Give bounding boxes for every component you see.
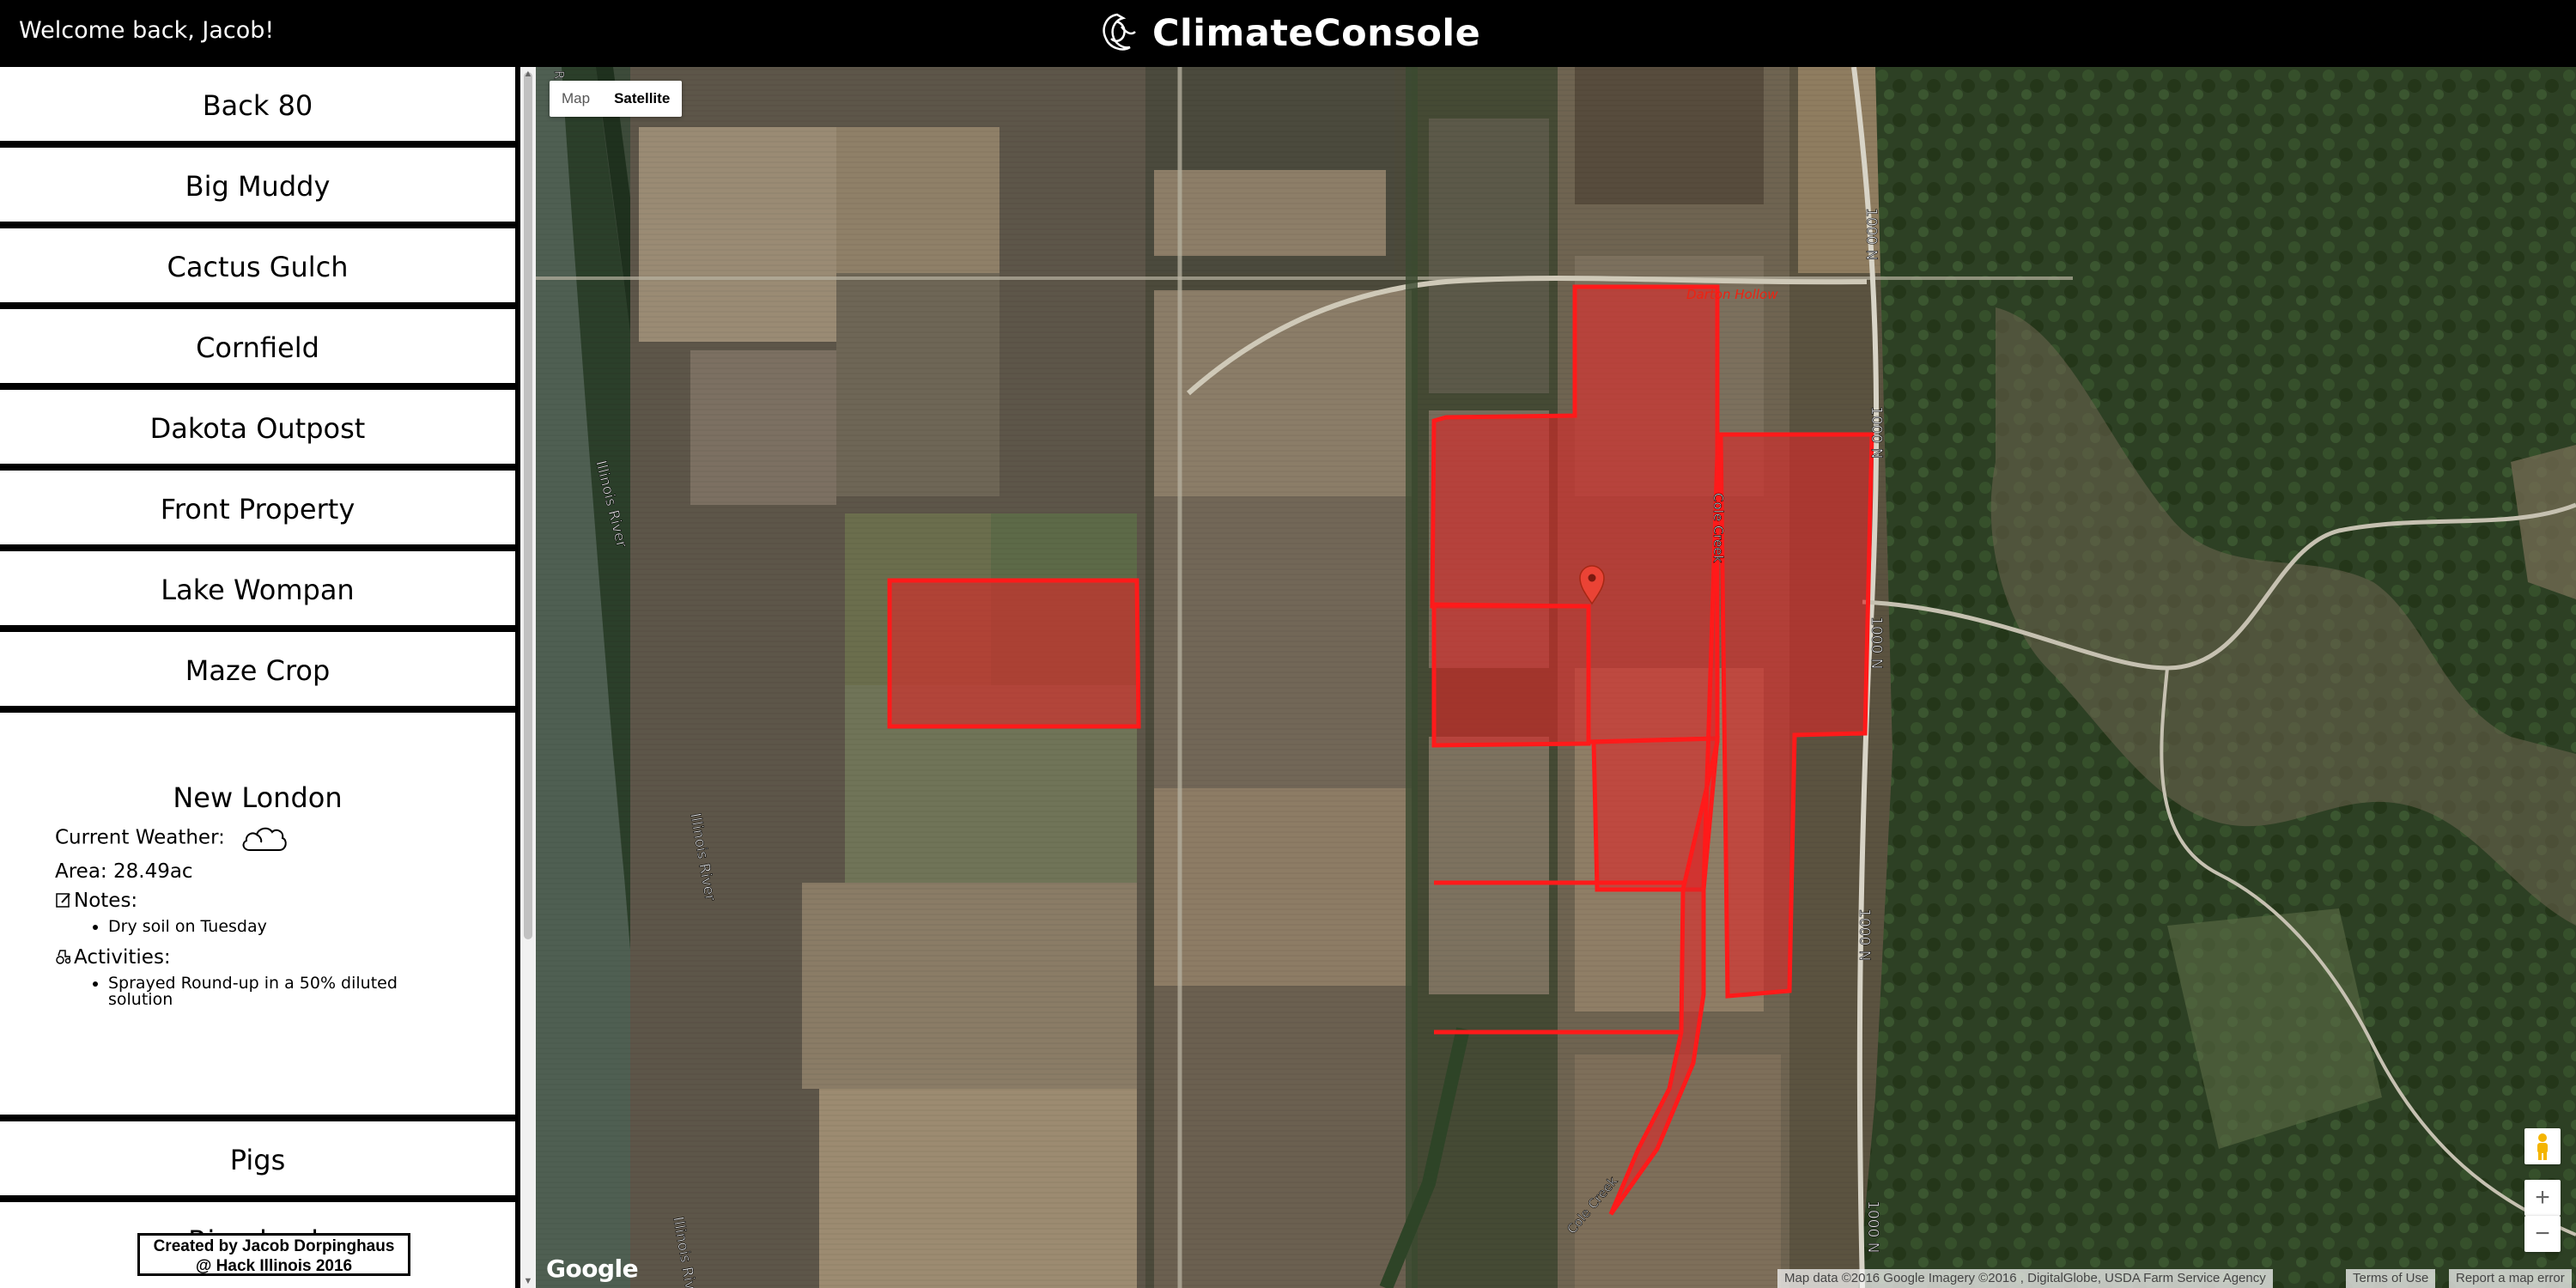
farm-item-label: Front Property: [160, 493, 355, 526]
notes-list: Dry soil on Tuesday: [55, 919, 452, 935]
zoom-out-button[interactable]: −: [2524, 1216, 2561, 1252]
note-item: Dry soil on Tuesday: [108, 919, 452, 935]
credit-line-1: Created by Jacob Dorpinghaus: [153, 1237, 395, 1255]
farm-item-front-property[interactable]: Front Property: [0, 471, 515, 544]
place-label: Darton Hollow: [1686, 287, 1778, 302]
scroll-down-arrow-icon[interactable]: ▼: [522, 1276, 534, 1286]
credit-line-2: @ Hack Illinois 2016: [195, 1257, 353, 1275]
road-label: 1000 N: [1868, 406, 1885, 459]
area-value: Area: 28.49ac: [55, 860, 193, 883]
farm-list-sidebar: Back 80 Big Muddy Cactus Gulch Cornfield…: [0, 67, 519, 1288]
activities-heading: Activities:: [55, 946, 171, 969]
app-header: Welcome back, Jacob! ClimateConsole: [0, 0, 2576, 67]
brand-name: ClimateConsole: [1152, 12, 1481, 55]
farm-item-label: Big Muddy: [185, 170, 331, 203]
google-logo: Google: [546, 1255, 639, 1283]
farm-item-lake-wompan[interactable]: Lake Wompan: [0, 551, 515, 625]
farm-item-label: Maze Crop: [185, 654, 331, 687]
zoom-in-button[interactable]: +: [2524, 1180, 2561, 1216]
farm-item-label: Back 80: [202, 89, 313, 122]
weather-row: Current Weather:: [55, 821, 289, 855]
brand[interactable]: ClimateConsole: [1097, 7, 1480, 60]
tractor-icon: [56, 950, 71, 964]
farm-item-big-muddy[interactable]: Big Muddy: [0, 148, 515, 222]
map-type-control: Map Satellite: [550, 81, 683, 117]
creek-label: Cole Creek: [1710, 493, 1726, 563]
weather-label: Current Weather:: [55, 826, 225, 849]
road-label: 1000 N: [1862, 208, 1880, 260]
farm-item-label: Cornfield: [196, 331, 319, 364]
farm-item-cornfield[interactable]: Cornfield: [0, 309, 515, 383]
cloud-icon: [242, 827, 287, 851]
road-label: 1000 N: [1868, 617, 1885, 669]
farm-item-new-london-expanded[interactable]: New London Current Weather: Area: 28.49a…: [0, 713, 515, 1115]
credit-box: Created by Jacob Dorpinghaus @ Hack Illi…: [137, 1233, 410, 1276]
farm-item-label: Dakota Outpost: [149, 412, 366, 445]
notes-heading: Notes:: [55, 890, 137, 912]
farm-item-back-80[interactable]: Back 80: [0, 67, 515, 141]
report-map-error-link[interactable]: Report a map error: [2449, 1269, 2572, 1288]
sidebar-scrollbar-thumb[interactable]: [524, 72, 532, 939]
terms-of-use-link[interactable]: Terms of Use: [2346, 1269, 2436, 1288]
map-canvas: Illinois River Illinois River Illinois R…: [536, 67, 2576, 1288]
scroll-up-arrow-icon[interactable]: ▲: [522, 69, 534, 79]
farm-detail-title: New London: [173, 781, 343, 814]
farm-item-label: Lake Wompan: [161, 574, 355, 606]
brand-logo-icon: [1103, 13, 1136, 51]
road-label: 1000 N: [1864, 1200, 1881, 1253]
activities-label: Activities:: [74, 946, 171, 969]
farm-item-pigs[interactable]: Pigs: [0, 1121, 515, 1195]
map-label-clipped: R: [551, 70, 567, 79]
street-view-pegman-icon[interactable]: [2524, 1128, 2561, 1164]
activity-item: Sprayed Round-up in a 50% diluted soluti…: [108, 975, 452, 1008]
farm-item-cactus-gulch[interactable]: Cactus Gulch: [0, 228, 515, 302]
map-type-satellite-button[interactable]: Satellite: [602, 81, 682, 117]
road-label: 1000 N: [1856, 908, 1873, 961]
farm-item-label: Pigs: [229, 1144, 286, 1176]
welcome-message: Welcome back, Jacob!: [19, 17, 275, 44]
farm-item-dakota-outpost[interactable]: Dakota Outpost: [0, 390, 515, 464]
map-type-map-button[interactable]: Map: [550, 81, 602, 117]
map-attribution: Map data ©2016 Google Imagery ©2016 , Di…: [1777, 1269, 2273, 1288]
farm-item-maze-crop[interactable]: Maze Crop: [0, 632, 515, 706]
notes-pencil-icon: [56, 893, 70, 908]
activities-list: Sprayed Round-up in a 50% diluted soluti…: [55, 975, 452, 1008]
notes-label: Notes:: [74, 890, 138, 912]
farm-item-label: Cactus Gulch: [167, 251, 349, 283]
satellite-map[interactable]: Illinois River Illinois River Illinois R…: [536, 67, 2576, 1288]
